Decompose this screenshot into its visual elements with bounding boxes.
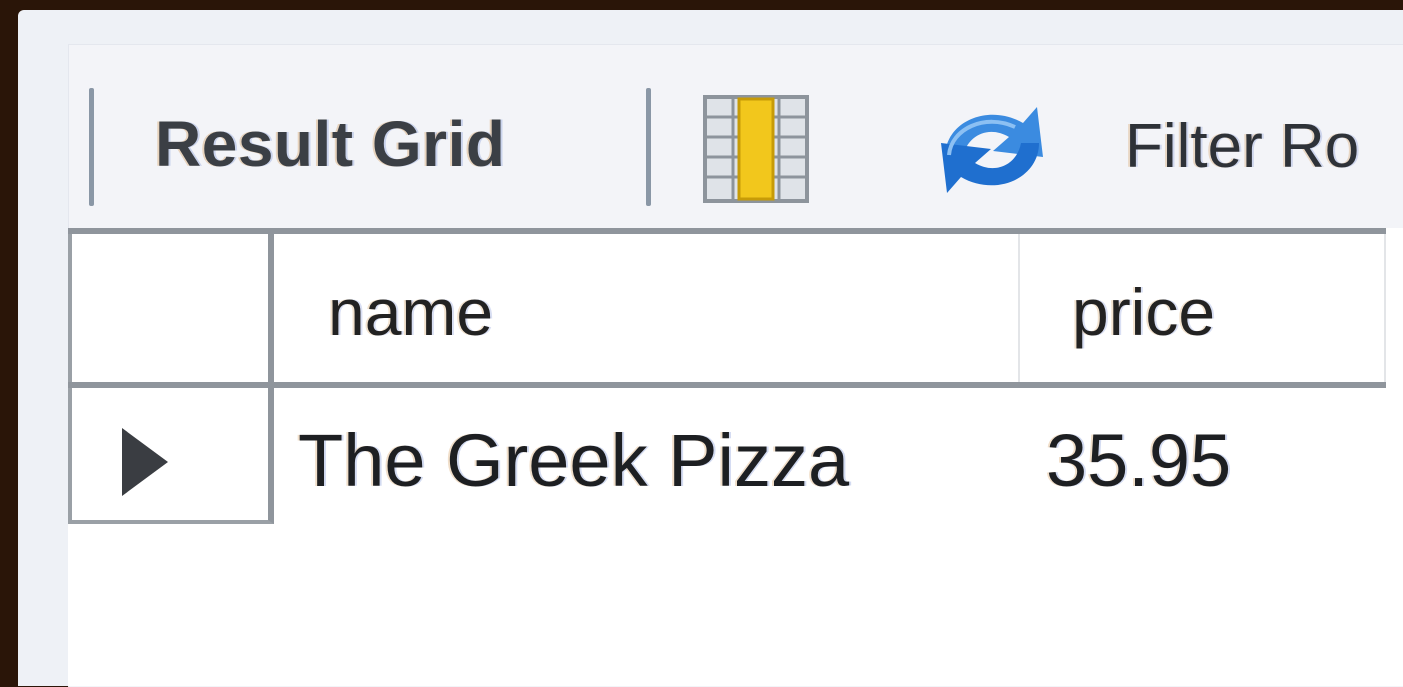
toolbar-separator [646,88,651,206]
toolbar-separator [89,88,94,206]
refresh-icon[interactable] [927,95,1057,205]
row-header-corner[interactable] [68,234,274,382]
column-header-label: price [1072,275,1216,349]
filter-rows-label: Filter Ro [1125,112,1360,181]
result-grid-tab[interactable]: Result Grid [155,107,505,181]
sql-result-window: Result Grid Filter Ro name price The Gre… [18,10,1403,687]
result-toolbar: Result Grid Filter Ro [69,45,1403,225]
result-grid: name price The Greek Pizza 35.95 [68,228,1403,686]
table-header-row: name price [68,228,1386,388]
cell-name[interactable]: The Greek Pizza [298,418,849,503]
grid-columns-icon[interactable] [703,95,809,203]
column-header-label: name [328,275,494,349]
column-header-price[interactable]: price [1020,234,1386,382]
column-header-name[interactable]: name [274,234,1020,382]
row-selector[interactable] [68,388,274,524]
current-row-arrow-icon [122,428,168,496]
cell-price[interactable]: 35.95 [1046,418,1231,503]
table-row[interactable]: The Greek Pizza 35.95 [68,388,1386,526]
